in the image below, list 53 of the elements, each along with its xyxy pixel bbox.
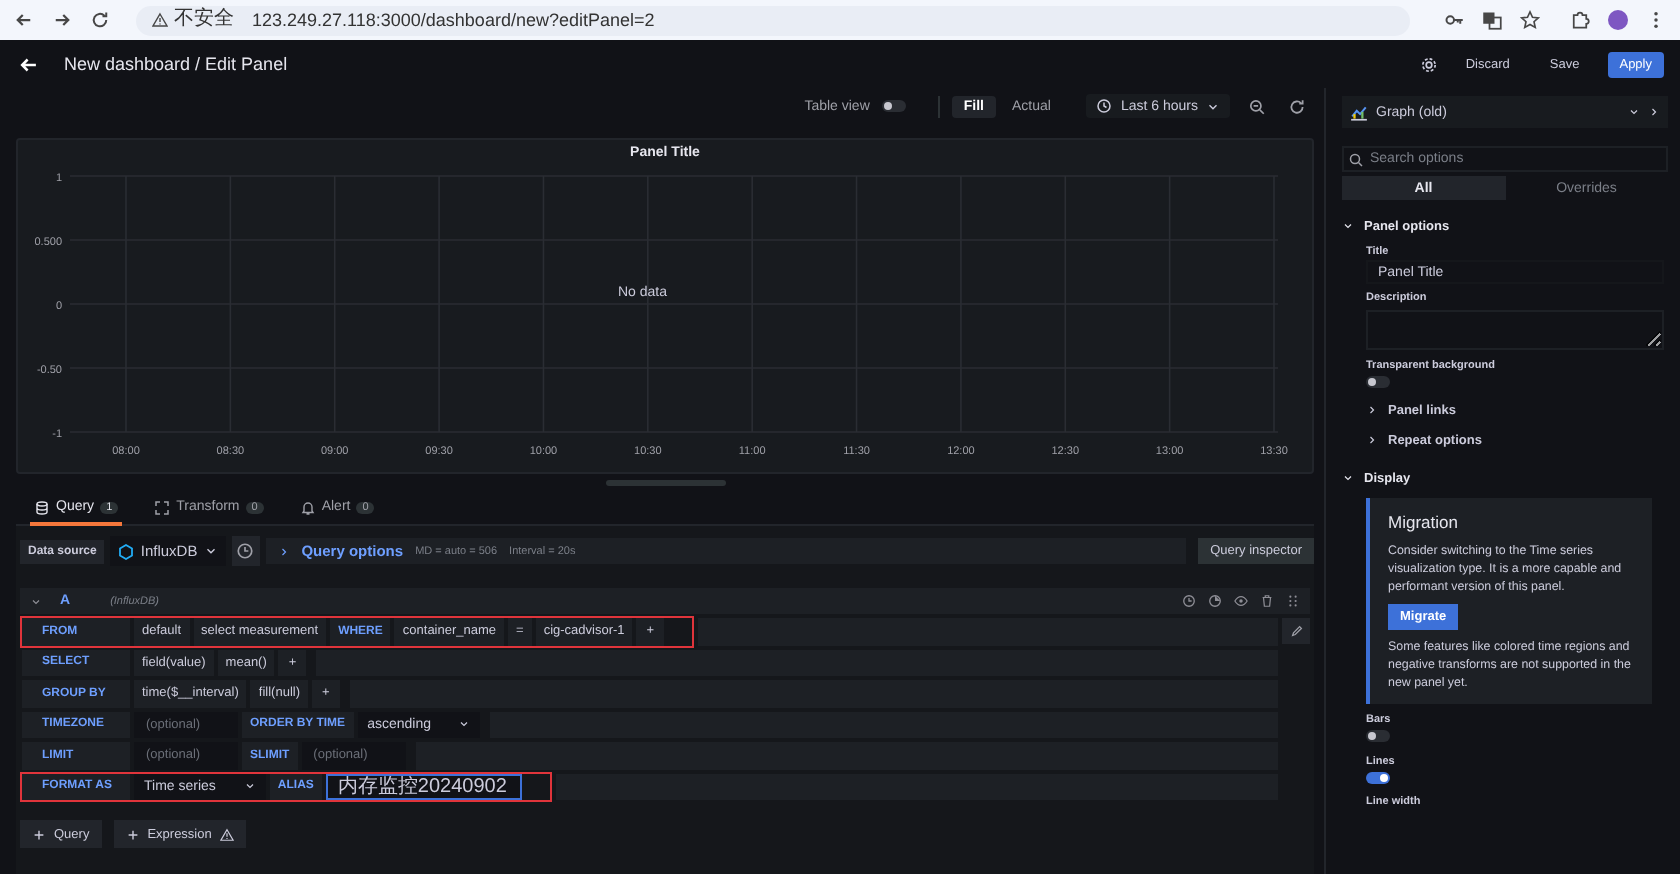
forward-icon[interactable] [52,10,72,30]
edit-mode-button[interactable] [1282,618,1310,644]
url-text: 123.249.27.118:3000/dashboard/new?editPanel=2 [252,10,655,30]
clock-icon [1096,98,1113,114]
caret-icon [243,780,256,793]
toggle-switch[interactable] [1366,376,1390,388]
chevron-right-icon [1366,434,1378,446]
drag-handle-icon[interactable] [1286,594,1300,608]
page-title: New dashboard / Edit Panel [64,54,288,74]
key-icon[interactable] [1444,10,1464,30]
database-icon [34,499,50,515]
plus-icon [32,827,46,841]
pencil-icon [1289,624,1303,638]
splitter-handle[interactable] [605,480,725,486]
toggle-switch[interactable] [1366,772,1390,784]
caret-icon [1206,99,1220,113]
warning-icon [219,827,234,841]
clock-icon [236,542,255,560]
security-label: 不安全 [174,10,234,30]
trash-icon[interactable] [1260,594,1274,608]
settings-icon[interactable] [1419,55,1438,73]
notice-title: Migration [1388,512,1460,532]
chevron-down-icon[interactable] [30,595,42,607]
toggle-switch[interactable] [1366,730,1390,742]
back-icon[interactable] [14,10,34,30]
puzzle-icon[interactable] [1570,10,1590,30]
chevron-down-icon [1342,220,1354,232]
chevron-right-icon [1648,106,1660,118]
chevron-right-icon [277,545,290,557]
address-bar[interactable]: 不安全 123.249.27.118:3000/dashboard/new?editPanel=2 [136,5,1410,35]
warning-icon [152,12,168,28]
chevron-right-icon [1366,404,1378,416]
history-button[interactable] [231,536,260,566]
eye-icon[interactable] [1234,594,1248,608]
caret-icon [458,718,471,731]
avatar-circle[interactable] [1608,10,1628,30]
bell-icon [299,499,316,515]
graph-icon [1350,103,1368,121]
transform-icon [154,499,171,515]
text-input[interactable]: 内存监控20240902 [325,773,522,800]
chevron-down-icon [1342,472,1354,484]
zoom-out-icon [1247,97,1265,115]
table-view-switch[interactable] [881,100,906,112]
back-arrow-icon[interactable] [18,53,40,75]
refresh-icon [1287,97,1305,115]
star-icon[interactable] [1520,10,1540,30]
plus-icon [125,827,140,841]
caret-icon [203,544,218,558]
hexagon-icon [118,543,135,559]
clock-icon[interactable] [1182,594,1196,608]
caret-icon [1628,106,1640,118]
reload-icon[interactable] [90,10,110,30]
pie-icon[interactable] [1208,594,1222,608]
